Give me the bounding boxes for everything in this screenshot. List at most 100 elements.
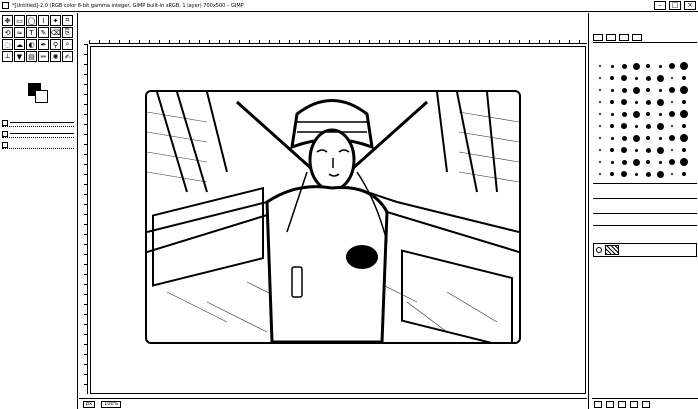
brush-preset[interactable] xyxy=(631,61,641,71)
color-picker-icon[interactable]: ⚲ xyxy=(50,39,61,50)
brush-preset[interactable] xyxy=(667,97,677,107)
brush-preset[interactable] xyxy=(655,169,665,179)
brush-preset[interactable] xyxy=(631,133,641,143)
brush-preset[interactable] xyxy=(679,145,689,155)
delete-layer-icon[interactable] xyxy=(642,400,650,408)
dodge-icon[interactable]: ◐ xyxy=(26,39,37,50)
brush-preset[interactable] xyxy=(607,157,617,167)
brush-preset[interactable] xyxy=(607,145,617,155)
brush-preset[interactable] xyxy=(595,157,605,167)
fonts-tab[interactable] xyxy=(619,34,629,41)
brush-preset[interactable] xyxy=(679,109,689,119)
brush-preset[interactable] xyxy=(679,97,689,107)
move-icon[interactable]: ✥ xyxy=(2,15,13,26)
brush-preset[interactable] xyxy=(667,121,677,131)
brush-preset[interactable] xyxy=(631,73,641,83)
brush-preset[interactable] xyxy=(595,145,605,155)
brush-options-row[interactable] xyxy=(593,198,697,206)
brush-preset[interactable] xyxy=(643,97,653,107)
eraser-icon[interactable]: ⌫ xyxy=(50,27,61,38)
layers-tabs[interactable] xyxy=(593,213,697,221)
gradient-icon[interactable]: ▤ xyxy=(26,51,37,62)
brush-spacing-row[interactable] xyxy=(593,183,697,191)
brush-preset[interactable] xyxy=(619,85,629,95)
fg-bg-color-swatch[interactable] xyxy=(28,83,50,105)
brush-preset[interactable] xyxy=(631,169,641,179)
brush-preset[interactable] xyxy=(595,109,605,119)
brush-preset[interactable] xyxy=(607,73,617,83)
brush-preset[interactable] xyxy=(619,109,629,119)
brush-preset[interactable] xyxy=(595,73,605,83)
brush-preset[interactable] xyxy=(643,109,653,119)
brush-preset[interactable] xyxy=(631,145,641,155)
measure-icon[interactable]: ⟂ xyxy=(2,51,13,62)
brush-preset[interactable] xyxy=(655,133,665,143)
new-layer-icon[interactable] xyxy=(594,400,602,408)
brush-preset[interactable] xyxy=(619,169,629,179)
brush-preset[interactable] xyxy=(643,133,653,143)
brush-preset[interactable] xyxy=(643,145,653,155)
brush-preset[interactable] xyxy=(679,85,689,95)
maximize-button[interactable]: □ xyxy=(669,1,681,10)
brush-preset[interactable] xyxy=(643,121,653,131)
brush-preset[interactable] xyxy=(643,85,653,95)
option-checkbox[interactable] xyxy=(2,119,8,126)
ink-icon[interactable]: ✍ xyxy=(62,51,73,62)
brush-preset[interactable] xyxy=(595,61,605,71)
brush-preset[interactable] xyxy=(679,169,689,179)
transform-icon[interactable]: ⟲ xyxy=(2,27,13,38)
brush-preset[interactable] xyxy=(655,121,665,131)
brush-preset[interactable] xyxy=(667,109,677,119)
option-checkbox[interactable] xyxy=(2,141,8,148)
airbrush-icon[interactable]: ✺ xyxy=(50,51,61,62)
vertical-ruler[interactable] xyxy=(79,44,88,394)
brush-preset[interactable] xyxy=(655,157,665,167)
option-checkbox[interactable] xyxy=(2,130,8,137)
tool-option-row[interactable] xyxy=(2,119,74,127)
brush-preset[interactable] xyxy=(679,121,689,131)
document-history-tab[interactable] xyxy=(632,34,642,41)
zoom-selector[interactable]: 100% xyxy=(101,400,122,408)
brush-preset[interactable] xyxy=(631,97,641,107)
paintbrush-icon[interactable]: ✎ xyxy=(38,27,49,38)
tool-option-row[interactable] xyxy=(2,130,74,138)
brush-preset[interactable] xyxy=(631,157,641,167)
canvas-image[interactable] xyxy=(145,90,521,344)
rect-select-icon[interactable]: ▭ xyxy=(14,15,25,26)
patterns-tab[interactable] xyxy=(606,34,616,41)
paths-icon[interactable]: ✒ xyxy=(38,39,49,50)
close-button[interactable]: × xyxy=(684,1,696,10)
brush-preset[interactable] xyxy=(667,145,677,155)
brush-preset[interactable] xyxy=(595,121,605,131)
blur-icon[interactable]: ◌ xyxy=(2,39,13,50)
lower-layer-icon[interactable] xyxy=(618,400,626,408)
layer-mode-row[interactable] xyxy=(593,225,697,233)
brush-preset[interactable] xyxy=(667,133,677,143)
brush-preset[interactable] xyxy=(607,121,617,131)
brushes-tab[interactable] xyxy=(593,34,603,41)
tool-option-row[interactable] xyxy=(2,141,74,149)
minimize-button[interactable]: – xyxy=(654,1,666,10)
brush-preset[interactable] xyxy=(679,73,689,83)
ellipse-select-icon[interactable]: ◯ xyxy=(26,15,37,26)
brush-preset[interactable] xyxy=(655,145,665,155)
brush-preset[interactable] xyxy=(643,61,653,71)
brush-preset[interactable] xyxy=(631,109,641,119)
brush-preset[interactable] xyxy=(595,85,605,95)
brush-preset[interactable] xyxy=(619,121,629,131)
brush-preset[interactable] xyxy=(655,61,665,71)
brush-preset[interactable] xyxy=(655,85,665,95)
raise-layer-icon[interactable] xyxy=(606,400,614,408)
brush-preset[interactable] xyxy=(667,85,677,95)
brush-preset[interactable] xyxy=(619,157,629,167)
brush-preset[interactable] xyxy=(595,133,605,143)
fuzzy-select-icon[interactable]: ✦ xyxy=(50,15,61,26)
brush-preset[interactable] xyxy=(655,73,665,83)
brush-preset[interactable] xyxy=(643,73,653,83)
brush-preset[interactable] xyxy=(643,157,653,167)
bucket-fill-icon[interactable]: ▼ xyxy=(14,51,25,62)
brush-preset[interactable] xyxy=(619,97,629,107)
brush-preset[interactable] xyxy=(631,85,641,95)
layer-row[interactable] xyxy=(593,243,697,257)
brush-preset[interactable] xyxy=(667,169,677,179)
